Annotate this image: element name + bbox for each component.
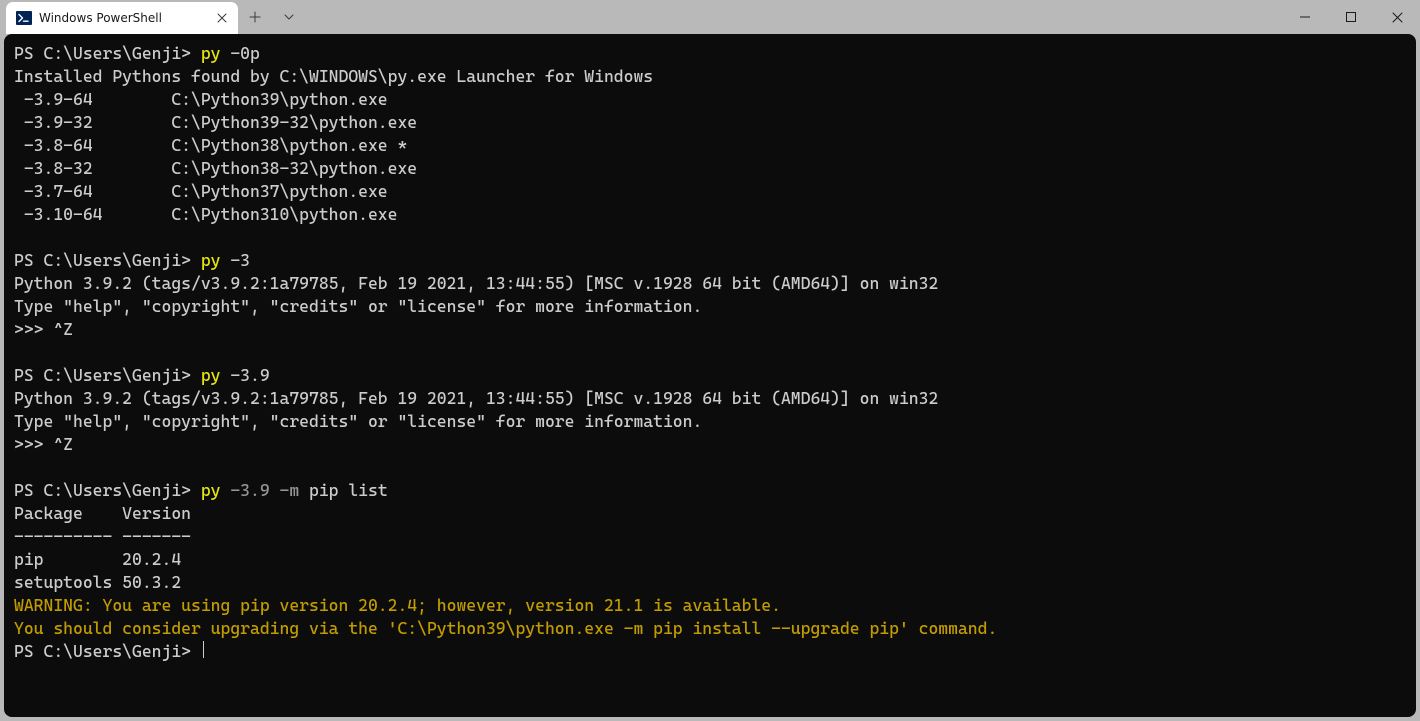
terminal-output[interactable]: PS C:\Users\Genji> py -0pInstalled Pytho… (4, 34, 1416, 717)
powershell-icon (16, 10, 32, 26)
terminal-line: setuptools 50.3.2 (14, 571, 1406, 594)
command-token: py (201, 480, 231, 500)
terminal-line: Installed Pythons found by C:\WINDOWS\py… (14, 65, 1406, 88)
terminal-line (14, 341, 1406, 364)
terminal-line: -3.9-32 C:\Python39-32\python.exe (14, 111, 1406, 134)
maximize-button[interactable] (1328, 0, 1374, 34)
terminal-line: PS C:\Users\Genji> py -3.9 (14, 364, 1406, 387)
command-token: py (201, 365, 231, 385)
prompt-prefix: PS C:\Users\Genji> (14, 480, 201, 500)
prompt-prefix: PS C:\Users\Genji> (14, 641, 201, 661)
command-arg: pip list (309, 480, 388, 500)
text-cursor (203, 641, 204, 658)
command-token: py (201, 250, 231, 270)
terminal-line: >>> ^Z (14, 318, 1406, 341)
terminal-line (14, 226, 1406, 249)
terminal-line: Type "help", "copyright", "credits" or "… (14, 410, 1406, 433)
terminal-line: -3.9-64 C:\Python39\python.exe (14, 88, 1406, 111)
command-token: py (201, 43, 231, 63)
command-arg: -3 (230, 250, 250, 270)
terminal-line: -3.10-64 C:\Python310\python.exe (14, 203, 1406, 226)
terminal-line: You should consider upgrading via the 'C… (14, 617, 1406, 640)
window-controls (1282, 0, 1420, 34)
terminal-line (14, 456, 1406, 479)
tab-powershell[interactable]: Windows PowerShell (6, 2, 238, 34)
terminal-line: WARNING: You are using pip version 20.2.… (14, 594, 1406, 617)
terminal-line: -3.8-64 C:\Python38\python.exe * (14, 134, 1406, 157)
terminal-line: >>> ^Z (14, 433, 1406, 456)
terminal-line: PS C:\Users\Genji> py -3.9 -m pip list (14, 479, 1406, 502)
tab-dropdown-button[interactable] (272, 0, 306, 34)
terminal-line: -3.8-32 C:\Python38-32\python.exe (14, 157, 1406, 180)
new-tab-button[interactable] (238, 0, 272, 34)
minimize-button[interactable] (1282, 0, 1328, 34)
prompt-prefix: PS C:\Users\Genji> (14, 365, 201, 385)
command-arg: -3.9 -m (230, 480, 309, 500)
terminal-line: PS C:\Users\Genji> py -0p (14, 42, 1406, 65)
tab-close-button[interactable] (214, 10, 230, 26)
tab-title: Windows PowerShell (39, 11, 207, 25)
prompt-prefix: PS C:\Users\Genji> (14, 43, 201, 63)
terminal-line: ---------- ------- (14, 525, 1406, 548)
close-button[interactable] (1374, 0, 1420, 34)
terminal-line: Package Version (14, 502, 1406, 525)
terminal-line: PS C:\Users\Genji> py -3 (14, 249, 1406, 272)
terminal-line: Python 3.9.2 (tags/v3.9.2:1a79785, Feb 1… (14, 272, 1406, 295)
terminal-line: Type "help", "copyright", "credits" or "… (14, 295, 1406, 318)
terminal-line: PS C:\Users\Genji> (14, 640, 1406, 663)
command-arg: -0p (230, 43, 260, 63)
command-arg: -3.9 (230, 365, 269, 385)
terminal-line: pip 20.2.4 (14, 548, 1406, 571)
prompt-prefix: PS C:\Users\Genji> (14, 250, 201, 270)
terminal-line: -3.7-64 C:\Python37\python.exe (14, 180, 1406, 203)
title-bar: Windows PowerShell (0, 0, 1420, 34)
terminal-line: Python 3.9.2 (tags/v3.9.2:1a79785, Feb 1… (14, 387, 1406, 410)
